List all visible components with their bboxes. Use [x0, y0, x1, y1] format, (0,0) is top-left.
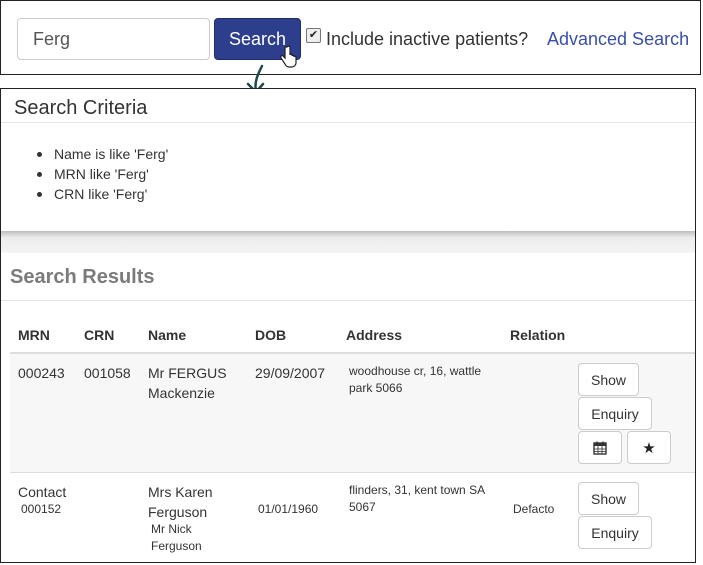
divider	[1, 122, 695, 123]
include-inactive-label: Include inactive patients?	[326, 29, 529, 49]
row-crn: 001058	[84, 365, 131, 381]
row-divider	[10, 472, 695, 473]
row-address-line2: 5067	[349, 500, 376, 514]
hand-cursor-icon	[280, 45, 297, 68]
star-icon: ★	[642, 439, 656, 457]
column-header-mrn: MRN	[18, 327, 50, 343]
search-results-panel: Search Criteria Name is like 'Ferg' MRN …	[0, 88, 696, 563]
include-inactive-checkbox[interactable]: ✔	[306, 28, 321, 43]
search-results-title: Search Results	[10, 266, 155, 288]
row-address: woodhouse cr, 16, wattle	[349, 364, 482, 378]
calendar-icon	[593, 441, 607, 455]
criteria-item: CRN like 'Ferg'	[36, 184, 168, 204]
criteria-item: MRN like 'Ferg'	[36, 164, 168, 184]
row-name-line2: Mackenzie	[148, 385, 215, 401]
section-separator	[1, 231, 695, 253]
row-mrn-label: Contact	[18, 484, 67, 500]
column-header-crn: CRN	[84, 327, 115, 343]
column-header-name: Name	[148, 327, 187, 343]
row-relation: Defacto	[513, 502, 555, 516]
row-name: Mrs Karen	[148, 484, 213, 500]
calendar-button[interactable]	[578, 431, 622, 464]
column-header-relation: Relation	[510, 327, 566, 343]
row-address-line2: park 5066	[349, 381, 403, 395]
column-header-dob: DOB	[255, 327, 287, 343]
search-criteria-title: Search Criteria	[14, 97, 148, 119]
row-contact-name-line2: Ferguson	[151, 539, 202, 553]
checkmark-icon: ✔	[306, 28, 321, 43]
enquiry-button[interactable]: Enquiry	[578, 397, 652, 430]
show-button[interactable]: Show	[578, 363, 639, 396]
divider	[1, 300, 695, 301]
enquiry-button[interactable]: Enquiry	[578, 516, 652, 549]
row-dob: 01/01/1960	[258, 502, 319, 516]
search-bar-panel: Search ✔ Include inactive patients? Adva…	[0, 0, 701, 75]
criteria-list: Name is like 'Ferg' MRN like 'Ferg' CRN …	[36, 144, 169, 204]
row-name-line2: Ferguson	[148, 504, 208, 520]
show-button[interactable]: Show	[578, 482, 639, 515]
column-header-address: Address	[346, 327, 403, 343]
row-name: Mr FERGUS	[148, 365, 227, 381]
advanced-search-link[interactable]: Advanced Search	[547, 29, 689, 50]
row-contact-name: Mr Nick	[151, 522, 192, 536]
row-dob: 29/09/2007	[255, 365, 326, 381]
row-mrn: 000243	[18, 365, 65, 381]
criteria-item: Name is like 'Ferg'	[36, 146, 169, 162]
row-mrn: 000152	[21, 502, 62, 516]
favourite-button[interactable]: ★	[627, 431, 671, 464]
search-input[interactable]	[17, 18, 210, 60]
row-address: flinders, 31, kent town SA	[349, 483, 486, 497]
